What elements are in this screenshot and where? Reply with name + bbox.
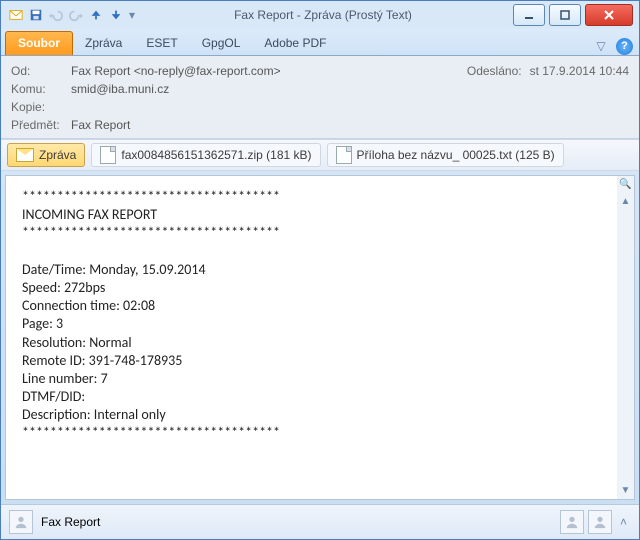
from-value: Fax Report <no-reply@fax-report.com> [71,64,281,78]
attachment-strip: Zpráva fax0084856151362571.zip (181 kB) … [1,139,639,171]
avatar[interactable] [588,510,612,534]
scroll-track[interactable] [617,210,634,482]
save-button[interactable] [27,6,45,24]
message-header: Od: Fax Report <no-reply@fax-report.com>… [1,56,639,139]
close-button[interactable] [585,4,633,26]
avatar[interactable] [560,510,584,534]
attachment-name: Příloha bez názvu_ 00025.txt (125 B) [357,148,555,162]
scroll-down-button[interactable]: ▼ [617,482,634,499]
minimize-button[interactable] [513,4,545,26]
attachment-tab-message[interactable]: Zpráva [7,143,85,167]
tab-adobepdf[interactable]: Adobe PDF [252,32,338,55]
zoom-icon[interactable]: 🔍 [617,176,634,193]
mail-icon [7,6,25,24]
window-title: Fax Report - Zpráva (Prostý Text) [137,8,509,22]
quick-access-toolbar: ▾ [7,6,137,24]
qat-customize-button[interactable]: ▾ [127,6,137,24]
attachment-tab-label: Zpráva [39,148,76,162]
scroll-up-button[interactable]: ▲ [617,193,634,210]
attachment-name: fax0084856151362571.zip (181 kB) [121,148,311,162]
tab-eset[interactable]: ESET [134,32,189,55]
sender-name: Fax Report [41,515,100,529]
attachment-item[interactable]: Příloha bez názvu_ 00025.txt (125 B) [327,143,564,167]
to-label: Komu: [11,82,71,96]
undo-button[interactable] [47,6,65,24]
message-body-container: ************************************* IN… [5,175,635,500]
tab-file[interactable]: Soubor [5,31,73,55]
sent-label: Odesláno: [467,64,522,78]
message-body: ************************************* IN… [6,176,617,499]
ribbon-tabs: Soubor Zpráva ESET GpgOL Adobe PDF ▽ ? [1,29,639,56]
titlebar: ▾ Fax Report - Zpráva (Prostý Text) [1,1,639,29]
help-button[interactable]: ? [616,38,633,55]
avatar [9,510,33,534]
file-icon [100,146,116,164]
maximize-button[interactable] [549,4,581,26]
expand-people-pane-button[interactable]: ˄ [616,515,631,529]
sent-value: st 17.9.2014 10:44 [530,64,629,78]
ribbon-right: ▽ ? [592,37,639,55]
to-value: smid@iba.muni.cz [71,82,169,96]
tab-gpgol[interactable]: GpgOL [190,32,253,55]
people-pane-bar: Fax Report ˄ [1,504,639,539]
next-item-button[interactable] [107,6,125,24]
file-icon [336,146,352,164]
attachment-item[interactable]: fax0084856151362571.zip (181 kB) [91,143,320,167]
message-window: ▾ Fax Report - Zpráva (Prostý Text) Soub… [0,0,640,540]
vertical-scrollbar[interactable]: 🔍 ▲ ▼ [617,176,634,499]
tab-message[interactable]: Zpráva [73,32,134,55]
previous-item-button[interactable] [87,6,105,24]
mail-icon [16,148,34,162]
subject-value: Fax Report [71,118,130,132]
ribbon-collapse-button[interactable]: ▽ [592,37,610,55]
subject-label: Předmět: [11,118,71,132]
cc-label: Kopie: [11,100,71,114]
from-label: Od: [11,64,71,78]
window-controls [509,4,633,26]
redo-button[interactable] [67,6,85,24]
